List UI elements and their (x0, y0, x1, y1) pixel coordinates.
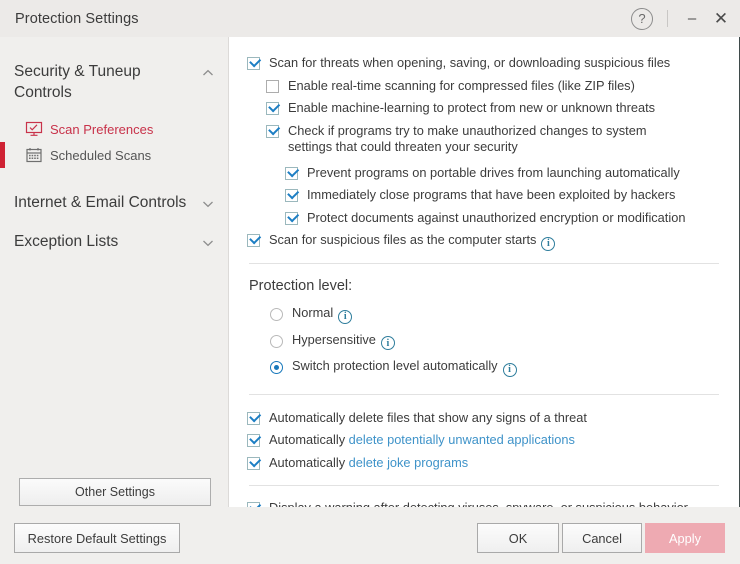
checkbox-row[interactable]: Automatically delete potentially unwante… (247, 432, 721, 449)
sidebar-group-title: Exception Lists (14, 233, 119, 250)
checkbox-row[interactable]: Check if programs try to make unauthoriz… (266, 123, 686, 156)
ok-button[interactable]: OK (477, 523, 559, 553)
sidebar-group-header-exception-lists[interactable]: Exception Lists (0, 231, 228, 252)
sidebar-group-exception-lists: Exception Lists (0, 231, 228, 252)
checkbox-auto-delete-pua[interactable] (247, 434, 260, 448)
checkbox-auto-delete-threat-files[interactable] (247, 411, 260, 425)
checkbox-scan-at-startup[interactable] (247, 234, 260, 247)
protection-settings-window: Protection Settings ? – ✕ Security & Tun… (0, 0, 740, 564)
chevron-down-icon[interactable] (200, 196, 216, 212)
checkbox-row[interactable]: Enable real-time scanning for compressed… (266, 78, 721, 95)
divider (249, 263, 719, 265)
checkbox-label: Display a warning after detecting viruse… (269, 500, 688, 507)
protection-level-title: Protection level: (249, 278, 353, 295)
title-bar: Protection Settings ? – ✕ (0, 0, 740, 37)
radio-row-normal[interactable]: Normal i (270, 305, 721, 324)
checkbox-label: Check if programs try to make unauthoriz… (288, 122, 647, 155)
radio-row-switch-automatically[interactable]: Switch protection level automatically i (270, 358, 721, 377)
auto-delete-group: Automatically delete files that show any… (247, 410, 721, 472)
radio-hypersensitive[interactable] (270, 334, 283, 348)
protection-level-group: Protection level: Normal i Hypersensitive… (247, 278, 721, 377)
info-icon[interactable]: i (380, 336, 395, 351)
checkbox-close-exploited-programs[interactable] (285, 189, 298, 202)
checkbox-row[interactable]: Enable machine-learning to protect from … (266, 100, 721, 117)
checkbox-label: Enable machine-learning to protect from … (288, 100, 656, 115)
radio-label: Normal i (292, 305, 353, 324)
sidebar-group-internet-email: Internet & Email Controls (0, 192, 228, 213)
checkbox-unauthorized-changes[interactable] (266, 124, 279, 138)
info-icon[interactable]: i (338, 309, 353, 324)
radio-normal[interactable] (270, 308, 283, 321)
checkbox-label: Automatically delete joke programs (269, 454, 469, 470)
checkbox-label: Scan for suspicious files as the compute… (269, 232, 556, 252)
main-panel-content: Scan for threats when opening, saving, o… (229, 37, 739, 507)
checkbox-row[interactable]: Prevent programs on portable drives from… (285, 165, 721, 182)
checkbox-row[interactable]: Scan for suspicious files as the compute… (247, 232, 721, 252)
chevron-down-icon[interactable] (200, 235, 216, 251)
checkbox-label: Scan for threats when opening, saving, o… (269, 55, 671, 70)
checkbox-label: Automatically delete potentially unwante… (269, 432, 575, 448)
checkbox-label: Automatically delete files that show any… (269, 409, 587, 425)
link-delete-joke-programs[interactable]: delete joke programs (349, 455, 469, 470)
checkbox-row[interactable]: Automatically delete files that show any… (247, 410, 721, 427)
checkbox-row[interactable]: Immediately close programs that have bee… (285, 187, 721, 204)
sidebar-item-label: Scheduled Scans (50, 147, 152, 163)
checkbox-realtime-compressed[interactable] (266, 79, 279, 93)
calendar-icon (24, 146, 43, 165)
checkbox-auto-delete-joke-programs[interactable] (247, 456, 260, 470)
radio-switch-automatically[interactable] (270, 361, 283, 374)
sidebar-item-scheduled-scans[interactable]: Scheduled Scans (0, 142, 228, 168)
checkbox-prevent-portable-drives[interactable] (285, 166, 298, 180)
sidebar-group-header-security-tuneup[interactable]: Security & Tuneup Controls (0, 61, 228, 103)
sidebar-item-label: Scan Preferences (50, 121, 154, 137)
close-icon[interactable]: ✕ (710, 8, 732, 30)
checkbox-label: Prevent programs on portable drives from… (307, 164, 680, 180)
window-title: Protection Settings (15, 10, 139, 27)
chevron-up-icon[interactable] (200, 65, 216, 81)
cancel-button[interactable]: Cancel (562, 523, 642, 553)
scan-options-group: Scan for threats when opening, saving, o… (247, 55, 721, 252)
divider (249, 393, 719, 395)
controls-divider (667, 10, 668, 27)
radio-row-hypersensitive[interactable]: Hypersensitive i (270, 332, 721, 351)
info-icon[interactable]: i (502, 362, 517, 377)
window-controls: ? – ✕ (631, 0, 732, 37)
checkbox-label: Immediately close programs that have bee… (307, 187, 676, 202)
info-icon[interactable]: i (541, 237, 556, 252)
sidebar-group-title: Security & Tuneup Controls (14, 63, 141, 101)
checkbox-row[interactable]: Automatically delete joke programs (247, 455, 721, 472)
sidebar-group-title: Internet & Email Controls (14, 194, 187, 211)
checkbox-row[interactable]: Scan for threats when opening, saving, o… (247, 55, 721, 72)
checkbox-machine-learning[interactable] (266, 102, 279, 115)
help-icon[interactable]: ? (631, 7, 653, 30)
minimize-icon[interactable]: – (681, 8, 703, 30)
other-settings-button[interactable]: Other Settings (19, 478, 211, 506)
checkbox-row[interactable]: Protect documents against unauthorized e… (285, 210, 721, 227)
sidebar: Security & Tuneup Controls Scan Preferen… (0, 37, 228, 507)
radio-label: Switch protection level automatically i (292, 358, 517, 377)
monitor-check-icon (24, 120, 43, 139)
apply-button[interactable]: Apply (645, 523, 725, 553)
checkbox-scan-for-threats[interactable] (247, 57, 260, 70)
checkbox-protect-documents[interactable] (285, 211, 298, 225)
link-delete-pua[interactable]: delete potentially unwanted applications (349, 432, 575, 447)
divider (249, 485, 719, 487)
sidebar-group-security-tuneup: Security & Tuneup Controls Scan Preferen… (0, 61, 228, 168)
checkbox-label: Enable real-time scanning for compressed… (288, 77, 635, 93)
sidebar-item-scan-preferences[interactable]: Scan Preferences (0, 116, 228, 142)
main-panel: Scan for threats when opening, saving, o… (228, 37, 740, 507)
sidebar-group-header-internet-email[interactable]: Internet & Email Controls (0, 192, 228, 213)
restore-default-settings-button[interactable]: Restore Default Settings (14, 523, 180, 553)
checkbox-label: Protect documents against unauthorized e… (307, 209, 686, 225)
checkbox-row[interactable]: Display a warning after detecting viruse… (247, 500, 721, 507)
radio-label: Hypersensitive i (292, 332, 395, 351)
